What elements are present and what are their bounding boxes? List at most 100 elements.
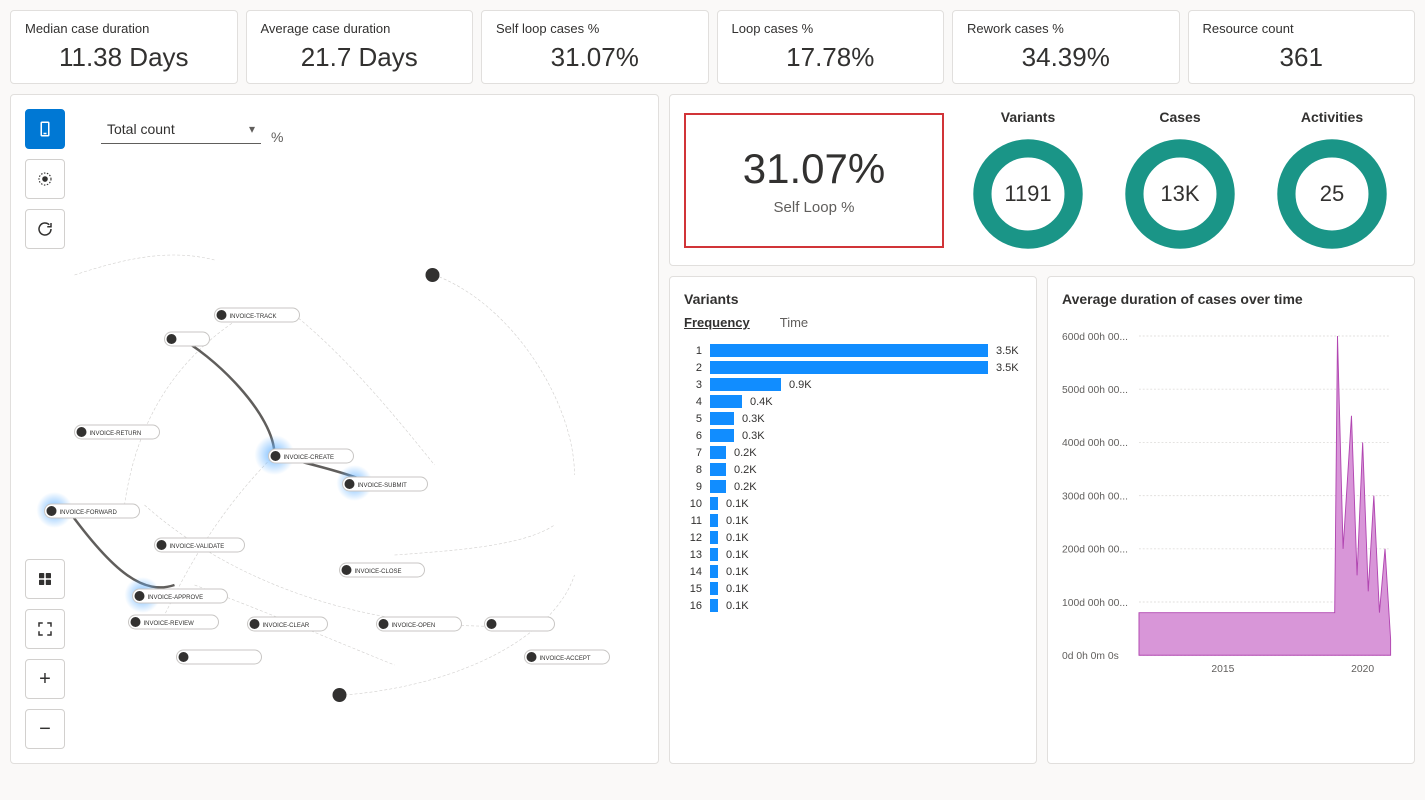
percent-symbol: % (271, 129, 283, 145)
selfloop-highlight: 31.07% Self Loop % (684, 113, 944, 248)
bar-fill (710, 548, 718, 561)
bar-fill (710, 463, 726, 476)
ring-cases: Cases 13K (1112, 109, 1248, 251)
bar-index: 5 (684, 413, 702, 425)
kpi-card-rework: Rework cases %34.39% (952, 10, 1180, 84)
bar-index: 4 (684, 396, 702, 408)
kpi-label: Resource count (1203, 21, 1401, 36)
bar-row[interactable]: 1 3.5K (684, 344, 1022, 357)
svg-text:INVOICE-RETURN: INVOICE-RETURN (90, 431, 142, 437)
bar-index: 9 (684, 481, 702, 493)
bar-row[interactable]: 50.3K (684, 412, 1022, 425)
process-map-panel: Total count ▾ % + − (10, 94, 659, 764)
kpi-value: 11.38 Days (25, 42, 223, 73)
bar-label: 0.4K (750, 396, 773, 408)
bar-index: 8 (684, 464, 702, 476)
bar-row[interactable]: 60.3K (684, 429, 1022, 442)
bar-label: 0.1K (726, 549, 749, 561)
bar-row[interactable]: 90.2K (684, 480, 1022, 493)
kpi-label: Average case duration (261, 21, 459, 36)
svg-text:INVOICE-REVIEW: INVOICE-REVIEW (144, 621, 195, 627)
svg-text:200d 00h 00...: 200d 00h 00... (1062, 545, 1128, 556)
bar-label: 0.1K (726, 498, 749, 510)
bar-row[interactable]: 15 0.1K (684, 582, 1022, 595)
svg-text:100d 00h 00...: 100d 00h 00... (1062, 598, 1128, 609)
bar-fill (710, 531, 718, 544)
zoom-out-button[interactable]: − (25, 709, 65, 749)
svg-text:INVOICE-APPROVE: INVOICE-APPROVE (148, 595, 204, 601)
kpi-label: Loop cases % (732, 21, 930, 36)
bar-fill (710, 395, 742, 408)
kpi-card-average-duration: Average case duration 21.7 Days (246, 10, 474, 84)
ring-value: 25 (1275, 137, 1389, 251)
layers-button[interactable] (25, 109, 65, 149)
bar-row[interactable]: 140.1K (684, 565, 1022, 578)
kpi-value: 361 (1203, 42, 1401, 73)
bar-row[interactable]: 8 0.2K (684, 463, 1022, 476)
ring-title: Activities (1264, 109, 1400, 125)
kpi-value: 17.78% (732, 42, 930, 73)
bar-label: 0.1K (726, 583, 749, 595)
bar-fill (710, 514, 718, 527)
bar-fill (710, 446, 726, 459)
bar-index: 10 (684, 498, 702, 510)
bar-fill (710, 344, 988, 357)
kpi-card-median-duration: Median case duration11.38 Days (10, 10, 238, 84)
svg-text:2020: 2020 (1351, 664, 1374, 675)
duration-chart[interactable]: 600d 00h 00...500d 00h 00...400d 00h 00.… (1062, 315, 1400, 695)
bar-index: 2 (684, 362, 702, 374)
variants-panel: Variants Frequency Time 13.5K23.5K30.9K4… (669, 276, 1037, 764)
duration-chart-panel: Average duration of cases over time 600d… (1047, 276, 1415, 764)
bar-index: 1 (684, 345, 702, 357)
svg-text:500d 00h 00...: 500d 00h 00... (1062, 385, 1128, 396)
bar-label: 0.2K (734, 447, 757, 459)
bar-fill (710, 412, 734, 425)
svg-text:600d 00h 00...: 600d 00h 00... (1062, 332, 1128, 343)
bar-row[interactable]: 110.1K (684, 514, 1022, 527)
bar-label: 0.9K (789, 379, 812, 391)
svg-text:INVOICE-CLOSE: INVOICE-CLOSE (355, 569, 402, 575)
bar-label: 0.1K (726, 515, 749, 527)
bar-fill (710, 361, 988, 374)
bar-label: 3.5K (996, 362, 1019, 374)
bar-fill (710, 565, 718, 578)
bar-row[interactable]: 4 0.4K (684, 395, 1022, 408)
bar-fill (710, 582, 718, 595)
bar-label: 0.2K (734, 464, 757, 476)
svg-text:INVOICE-OPEN: INVOICE-OPEN (392, 623, 436, 629)
bar-row[interactable]: 12 0.1K (684, 531, 1022, 544)
dropdown-label: Total count (107, 121, 175, 137)
tab-frequency[interactable]: Frequency (684, 315, 750, 330)
bar-row[interactable]: 30.9K (684, 378, 1022, 391)
chevron-down-icon: ▾ (249, 122, 255, 136)
bar-index: 13 (684, 549, 702, 561)
svg-text:INVOICE-TRACK: INVOICE-TRACK (230, 314, 277, 320)
bar-index: 15 (684, 583, 702, 595)
bar-row[interactable]: 10 0.1K (684, 497, 1022, 510)
tab-time[interactable]: Time (780, 315, 808, 330)
bar-index: 12 (684, 532, 702, 544)
svg-text:INVOICE-SUBMIT: INVOICE-SUBMIT (358, 483, 408, 489)
bar-index: 16 (684, 600, 702, 612)
bar-fill (710, 480, 726, 493)
bar-fill (710, 429, 734, 442)
bar-row[interactable]: 70.2K (684, 446, 1022, 459)
kpi-value: 21.7 Days (261, 42, 459, 73)
bar-fill (710, 599, 718, 612)
bar-label: 0.1K (726, 600, 749, 612)
svg-text:INVOICE-ACCEPT: INVOICE-ACCEPT (540, 656, 591, 662)
bar-row[interactable]: 16 0.1K (684, 599, 1022, 612)
bar-label: 0.1K (726, 566, 749, 578)
kpi-card-loop: Loop cases % 17.78% (717, 10, 945, 84)
metric-dropdown[interactable]: Total count ▾ (101, 117, 261, 144)
highlight-value: 31.07% (696, 145, 932, 193)
bar-label: 0.1K (726, 532, 749, 544)
bar-row[interactable]: 13 0.1K (684, 548, 1022, 561)
process-map-graph[interactable]: INVOICE-TRACK INVOICE-RETURN INVOICE-CRE… (11, 155, 658, 715)
bar-row[interactable]: 2 3.5K (684, 361, 1022, 374)
ring-variants: Variants 1191 (960, 109, 1096, 251)
kpi-value: 34.39% (967, 42, 1165, 73)
section-title: Average duration of cases over time (1062, 291, 1400, 307)
bar-label: 3.5K (996, 345, 1019, 357)
svg-text:INVOICE-VALIDATE: INVOICE-VALIDATE (170, 544, 225, 550)
